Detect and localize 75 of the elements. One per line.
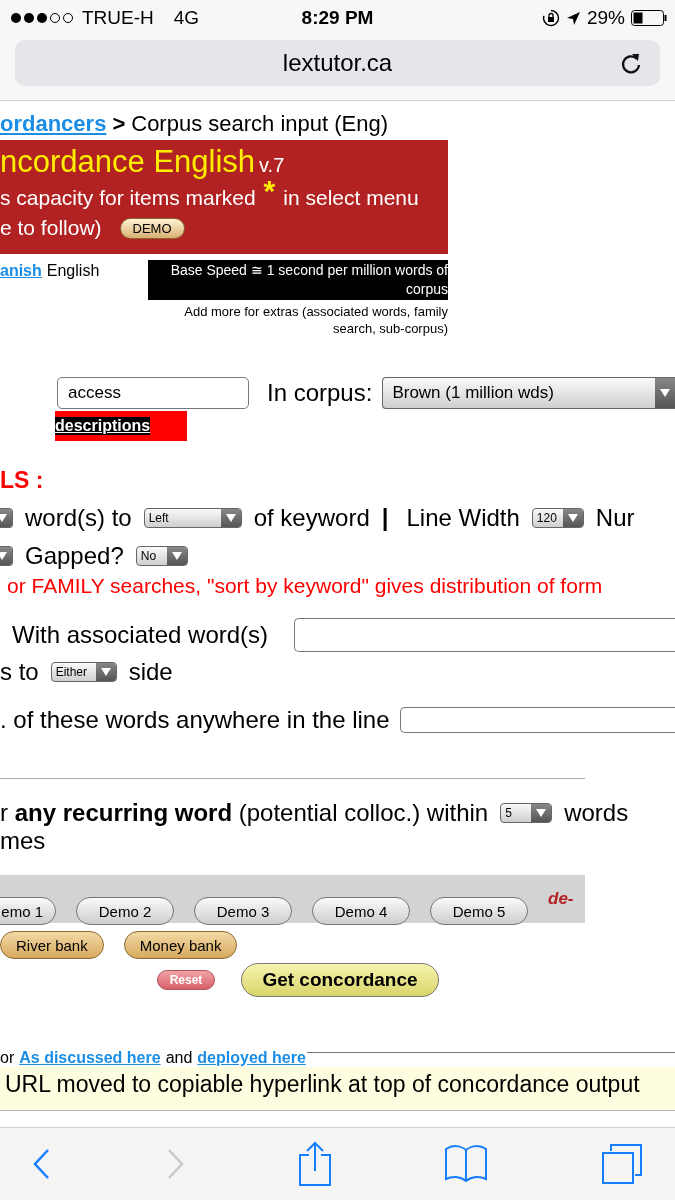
capacity-note-end: in select menu [283, 186, 419, 210]
caret-icon [660, 389, 670, 397]
dropdown[interactable]: 120 [531, 508, 584, 528]
footer-text: or [0, 1049, 15, 1067]
demo-note: de- [548, 889, 574, 909]
url-text: lextutor.ca [282, 49, 393, 77]
example-button[interactable]: Money bank [123, 931, 238, 959]
reload-icon[interactable] [620, 51, 642, 75]
within-select[interactable]: 5 [500, 803, 553, 823]
example-button[interactable]: River bank [0, 931, 104, 959]
corpus-select[interactable]: Brown (1 million wds) [382, 377, 675, 409]
battery-percent: 29% [586, 7, 625, 29]
dropdown[interactable]: Left [143, 508, 242, 528]
anywhere-words-field[interactable] [399, 707, 675, 733]
current-language: English [46, 262, 100, 281]
signal-icon [10, 12, 76, 24]
section-heading: LS : [0, 467, 45, 494]
option-label: s to [0, 658, 39, 686]
footer-text: and [165, 1049, 193, 1067]
asterisk-mark: * [263, 176, 276, 206]
associated-words-field[interactable] [294, 618, 675, 652]
dropdown[interactable] [0, 508, 13, 528]
caret-icon [171, 552, 182, 560]
option-label: side [128, 658, 173, 686]
side-select[interactable]: Either [50, 662, 117, 682]
demo-button[interactable]: DEMO [119, 217, 185, 239]
caret-icon [0, 552, 7, 560]
caret-icon [100, 668, 111, 676]
capacity-note: s capacity for items marked [0, 186, 256, 210]
dropdown[interactable]: No [135, 546, 188, 566]
demo-button[interactable]: emo 1 [0, 897, 56, 925]
carrier-name: TRUE-H [82, 7, 154, 29]
search-field[interactable]: access [57, 377, 249, 409]
dropdown[interactable] [0, 546, 13, 566]
option-label: Nur [595, 504, 635, 532]
option-label: word(s) to [25, 504, 132, 532]
caret-icon [536, 809, 547, 817]
location-arrow-icon [565, 10, 581, 26]
app-title: ncordance English [0, 144, 256, 180]
speed-note: Base Speed ≅ 1 second per million words of corpus [148, 260, 448, 300]
address-bar[interactable]: lextutor.ca [15, 40, 660, 86]
back-icon[interactable] [32, 1148, 52, 1180]
share-icon[interactable] [297, 1141, 332, 1187]
get-concordance-button[interactable]: Get concordance [241, 963, 439, 997]
caret-icon [567, 514, 578, 522]
page-heading: Corpus search input (Eng) [131, 111, 389, 137]
anywhere-label: . of these words anywhere in the line [0, 706, 390, 734]
extras-note: Add more for extras (associated words, family search, sub-corpus) [183, 303, 448, 337]
network-type: 4G [173, 7, 200, 29]
breadcrumb-separator: > [112, 111, 126, 137]
descriptions-link[interactable]: descriptions [55, 417, 151, 435]
battery-icon [631, 10, 667, 26]
recurring-label-end: mes [0, 827, 47, 855]
family-note: or FAMILY searches, "sort by keyword" gives distribution of form [6, 574, 604, 598]
version-label: v.7 [259, 154, 285, 177]
rotation-lock-icon [541, 9, 560, 27]
corpus-label: In corpus: [267, 379, 373, 407]
option-label: Line Width [406, 504, 520, 532]
caret-icon [0, 514, 7, 522]
book-icon[interactable] [444, 1144, 489, 1184]
separator: | [381, 504, 389, 532]
capacity-note-end: e to follow) [0, 216, 102, 240]
option-label: of keyword [253, 504, 370, 532]
demo-button[interactable]: Demo 4 [312, 897, 410, 925]
tabs-icon[interactable] [601, 1143, 643, 1185]
recurring-label: r any recurring word (potential colloc.) within [0, 799, 489, 827]
demo-button[interactable]: Demo 2 [76, 897, 174, 925]
option-label: Gapped? [25, 542, 124, 570]
clock: 8:29 PM [301, 7, 374, 29]
caret-icon [225, 514, 236, 522]
demo-button[interactable]: Demo 5 [430, 897, 528, 925]
notice-text: URL moved to copiable hyperlink at top of concordance output [5, 1071, 640, 1097]
option-label: words [564, 799, 629, 827]
demo-button[interactable]: Demo 3 [194, 897, 292, 925]
associated-label: With associated word(s) [12, 621, 269, 649]
